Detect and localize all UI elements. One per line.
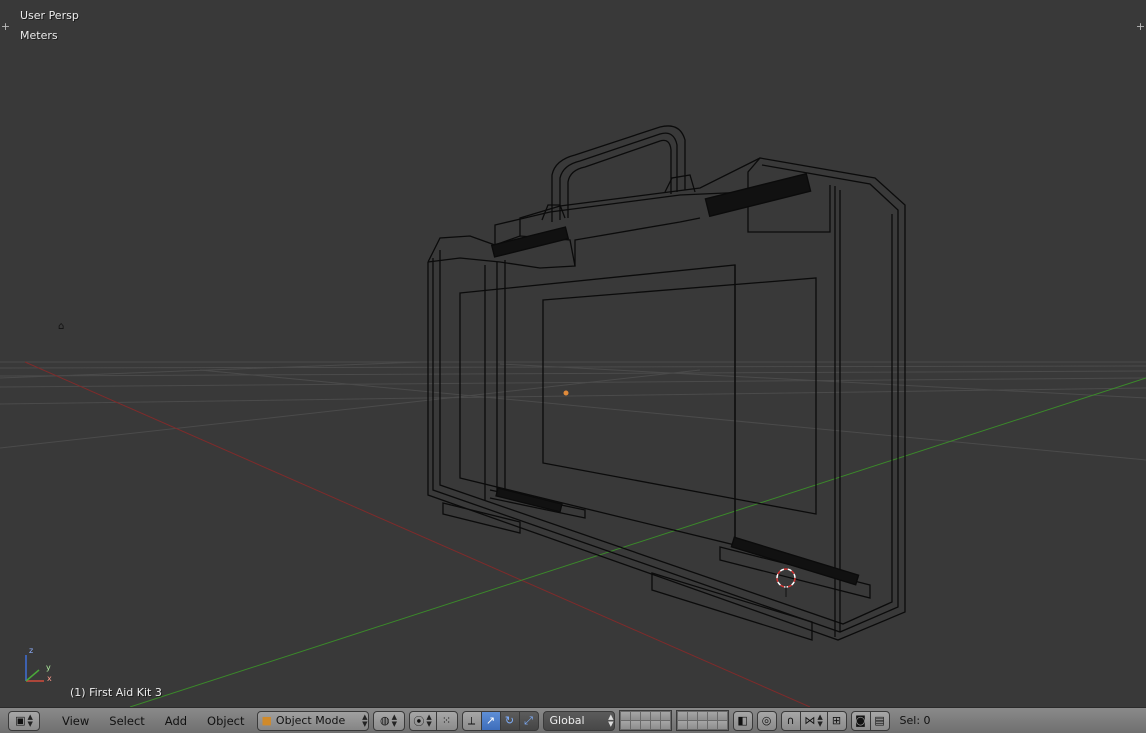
lamp-icon: ⌂ — [58, 321, 65, 332]
menu-select[interactable]: Select — [101, 714, 152, 728]
menu-add[interactable]: Add — [157, 714, 195, 728]
proportional-editing-button[interactable]: ◎ — [756, 710, 777, 731]
selection-count: Sel: 0 — [899, 714, 931, 727]
editor-type-selector[interactable]: ▣ ▲ ▼ — [8, 710, 40, 731]
svg-text:z: z — [29, 646, 33, 655]
axis-gizmo: z x y — [25, 646, 52, 683]
y-axis-line — [129, 377, 1146, 707]
object-origin — [563, 390, 569, 396]
layer-buttons-group-1[interactable] — [618, 710, 672, 731]
viewport-scene: z x y — [0, 125, 1146, 707]
snap-element-selector[interactable]: ⋈ ▲ ▼ — [799, 710, 828, 731]
sphere-wire-icon: ◍ — [380, 714, 390, 727]
rotate-icon: ↻ — [504, 714, 515, 727]
transform-orientation-selector[interactable]: Global ▲ ▼ — [542, 710, 615, 731]
properties-expand-plus-icon[interactable]: + — [1135, 20, 1146, 33]
svg-text:y: y — [46, 663, 51, 672]
view-name-label: User Persp — [20, 9, 79, 22]
proportional-icon: ◎ — [761, 714, 772, 727]
viewport-header: ▣ ▲ ▼ View Select Add Object ■ Object Mod… — [0, 707, 1146, 733]
render-animation-icon: ▤ — [874, 714, 885, 727]
toolbar-expand-plus-icon[interactable]: + — [0, 20, 11, 33]
manipulator-toggle-button[interactable]: ⟂ — [461, 710, 482, 731]
render-still-icon: ◙ — [855, 714, 866, 727]
3d-cursor — [776, 568, 796, 597]
3d-viewport[interactable]: z x y User Persp Meters (1) First Aid Ki… — [0, 0, 1146, 707]
manipulator-toggle-icon: ⟂ — [467, 713, 476, 727]
layer-buttons-group-2[interactable] — [675, 710, 729, 731]
center-points-icon: ⁙ — [441, 714, 452, 727]
translate-icon: ↗ — [485, 714, 496, 727]
menu-view[interactable]: View — [54, 714, 97, 728]
snap-toggle-button[interactable]: ∩ — [780, 710, 801, 731]
object-mode-icon: ■ — [261, 714, 272, 727]
render-animation-button[interactable]: ▤ — [869, 710, 890, 731]
pivot-point-selector[interactable]: ⦿ ▲ ▼ — [408, 710, 437, 731]
viewport-shading-selector[interactable]: ◍ ▲ ▼ — [372, 710, 405, 731]
rotate-manipulator-button[interactable]: ↻ — [499, 710, 520, 731]
grid-floor — [0, 361, 1146, 461]
mode-label: Object Mode — [275, 714, 346, 727]
lock-camera-button[interactable]: ◧ — [732, 710, 753, 731]
cube-icon: ▣ — [15, 714, 26, 727]
render-still-button[interactable]: ◙ — [850, 710, 871, 731]
lock-camera-icon: ◧ — [737, 714, 748, 727]
orientation-label: Global — [549, 714, 585, 727]
mode-selector[interactable]: ■ Object Mode ▲ ▼ — [256, 710, 369, 731]
snap-element-icon: ⋈ — [804, 714, 816, 727]
snap-magnet-icon: ∩ — [786, 714, 795, 727]
pivot-icon: ⦿ — [413, 714, 425, 728]
scale-icon: ⤢ — [524, 713, 533, 727]
pivot-manipulate-center-button[interactable]: ⁙ — [435, 710, 458, 731]
svg-text:x: x — [47, 674, 52, 683]
snap-target-button[interactable]: ⊞ — [826, 710, 847, 731]
snap-target-icon: ⊞ — [831, 714, 842, 727]
scale-manipulator-button[interactable]: ⤢ — [518, 710, 539, 731]
units-label: Meters — [20, 29, 58, 42]
active-object-info: (1) First Aid Kit 3 — [70, 686, 162, 699]
translate-manipulator-button[interactable]: ↗ — [480, 710, 501, 731]
menu-object[interactable]: Object — [199, 714, 252, 728]
